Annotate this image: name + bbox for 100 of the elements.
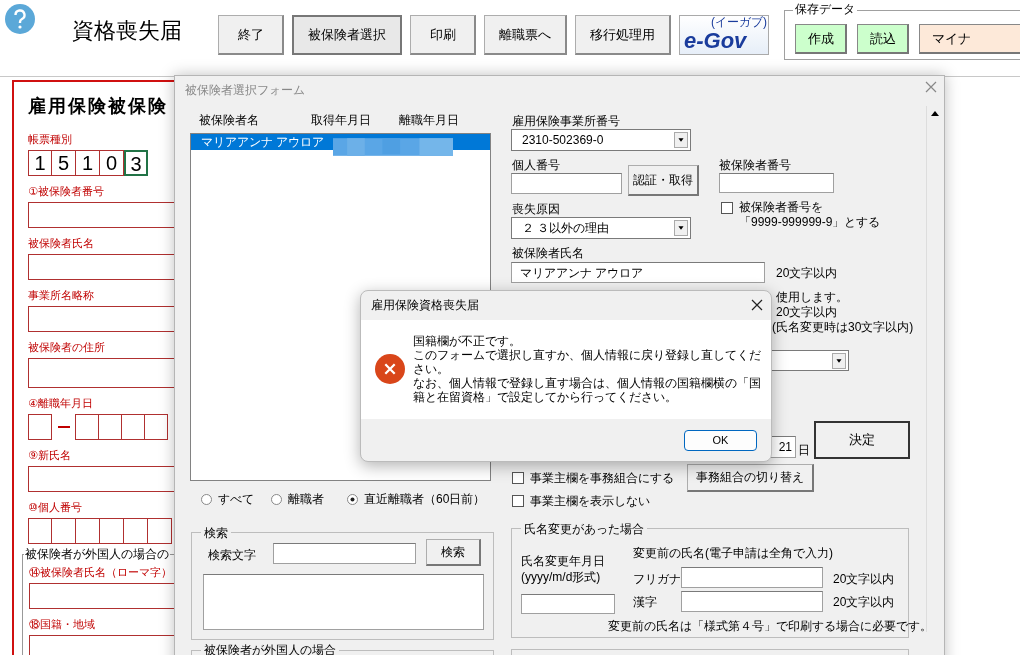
dialog-title: 雇用保険資格喪失届: [371, 297, 479, 314]
field-label: 変更前の氏名(電子申請は全角で入力): [633, 545, 833, 562]
app-title: 資格喪失届: [72, 17, 183, 45]
search-button[interactable]: 検索: [426, 539, 481, 566]
field-label: ⑱国籍・地域: [29, 617, 95, 632]
input-cell[interactable]: [28, 518, 52, 544]
limit-note: 20文字以内: [833, 571, 895, 588]
save-data-button[interactable]: マイナ: [919, 24, 1020, 54]
field-label: 漢字: [633, 594, 657, 611]
day-field[interactable]: 21: [770, 436, 796, 458]
limit-note: 20文字以内: [776, 304, 838, 321]
group-title: 検索: [201, 525, 231, 542]
group-title: 氏名変更があった場合: [521, 521, 647, 538]
radio-label[interactable]: 直近離職者（60日前）: [364, 491, 486, 508]
auth-button[interactable]: 認証・取得: [628, 165, 699, 196]
input-field[interactable]: [28, 358, 174, 388]
toolbar-button[interactable]: 離職票へ: [484, 15, 567, 55]
field-label: 検索文字: [208, 547, 256, 564]
input-cell[interactable]: [28, 414, 52, 440]
unit-label: 日: [798, 442, 810, 459]
ok-button[interactable]: OK: [684, 429, 757, 451]
checkbox[interactable]: [512, 495, 524, 507]
help-icon[interactable]: [5, 4, 35, 34]
digit-cell[interactable]: 1: [28, 150, 52, 176]
logo: (イーガブ) e-Gov: [679, 15, 769, 55]
limit-note: 20文字以内: [776, 265, 838, 282]
toolbar-button[interactable]: 被保険者選択: [292, 15, 402, 55]
save-data-button[interactable]: 作成: [795, 24, 847, 54]
radio-button[interactable]: [347, 494, 358, 505]
error-icon: [375, 354, 405, 384]
limit-note: 20文字以内: [833, 594, 895, 611]
input-field[interactable]: [28, 202, 174, 228]
group-title: 被保険者が外国人の場合: [201, 642, 339, 655]
digit-cell[interactable]: 0: [100, 150, 124, 176]
kanji-field[interactable]: [681, 591, 823, 612]
input-cell[interactable]: [121, 414, 145, 440]
field-label: 被保険者番号: [719, 157, 791, 174]
input-field[interactable]: [719, 173, 834, 193]
name-field[interactable]: マリアアンナ アウロア: [511, 262, 765, 283]
date-field[interactable]: [521, 594, 615, 614]
checkbox[interactable]: [721, 202, 733, 214]
field-label: 被保険者氏名: [512, 245, 584, 262]
checkbox[interactable]: [512, 472, 524, 484]
search-field[interactable]: [273, 543, 416, 564]
digit-cell[interactable]: 1: [76, 150, 100, 176]
toolbar-button[interactable]: 印刷: [410, 15, 476, 55]
close-icon[interactable]: [751, 299, 763, 311]
input-field[interactable]: [28, 306, 174, 332]
field-label: フリガナ: [633, 571, 681, 588]
window-title: 被保険者選択フォーム: [185, 82, 305, 99]
confirm-button[interactable]: 決定: [814, 421, 910, 459]
radio-button[interactable]: [201, 494, 212, 505]
field-label: 個人番号: [512, 157, 560, 174]
field-label: 帳票種別: [28, 132, 72, 147]
column-header: 離職年月日: [399, 112, 459, 129]
input-cell[interactable]: [76, 518, 100, 544]
field-label: ④離職年月日: [28, 396, 93, 411]
input-cell[interactable]: [124, 518, 148, 544]
field-label: ⑩個人番号: [28, 500, 82, 515]
radio-button[interactable]: [271, 494, 282, 505]
loss-reason-dropdown[interactable]: ２ ３以外の理由: [511, 217, 691, 239]
input-cell[interactable]: [52, 518, 76, 544]
group-title: 被保険者が外国人の場合の: [24, 547, 170, 562]
field-label: ⑭被保険者氏名（ローマ字）: [29, 565, 172, 580]
note-text: 変更前の氏名は「様式第４号」で印刷する場合に必要です。: [608, 618, 932, 635]
limit-note: 使用します。: [776, 289, 848, 306]
input-field[interactable]: [28, 254, 174, 280]
checkbox-label[interactable]: 事業主欄を表示しない: [530, 493, 650, 510]
digit-cell[interactable]: 5: [52, 150, 76, 176]
field-label: ⑨新氏名: [28, 448, 71, 463]
digit-cell[interactable]: 3: [124, 150, 148, 176]
column-header: 被保険者名: [199, 112, 259, 129]
field-label: 事業所名略称: [28, 288, 94, 303]
group-title: 保存データ: [793, 2, 857, 16]
field-label: ①被保険者番号: [28, 184, 104, 199]
checkbox-label[interactable]: 事業主欄を事務組合にする: [530, 470, 674, 487]
dash-icon: [58, 426, 70, 428]
radio-label[interactable]: 離職者: [288, 491, 324, 508]
input-field[interactable]: [29, 583, 174, 609]
kana-field[interactable]: [681, 567, 823, 588]
radio-label[interactable]: すべて: [218, 491, 254, 508]
toolbar-button[interactable]: 終了: [218, 15, 284, 55]
input-cell[interactable]: [144, 414, 168, 440]
input-field[interactable]: [511, 173, 622, 194]
field-label: 氏名変更年月日 (yyyy/m/d形式): [521, 553, 605, 585]
office-number-dropdown[interactable]: 2310-502369-0: [511, 129, 691, 151]
limit-note: (氏名変更時は30文字以内): [772, 319, 914, 336]
input-field[interactable]: [28, 466, 174, 492]
save-data-button[interactable]: 読込: [857, 24, 909, 54]
input-cell[interactable]: [148, 518, 172, 544]
switch-button[interactable]: 事務組合の切り替え: [687, 464, 814, 492]
field-label: 喪失原因: [512, 201, 560, 218]
text-area[interactable]: [203, 574, 484, 630]
toolbar-button[interactable]: 移行処理用: [575, 15, 671, 55]
input-cell[interactable]: [100, 518, 124, 544]
checkbox-label[interactable]: 被保険者番号を 「9999-999999-9」とする: [739, 200, 881, 230]
column-header: 取得年月日: [311, 112, 371, 129]
input-cell[interactable]: [75, 414, 99, 440]
field-label: 雇用保険事業所番号: [512, 113, 620, 130]
input-cell[interactable]: [98, 414, 122, 440]
